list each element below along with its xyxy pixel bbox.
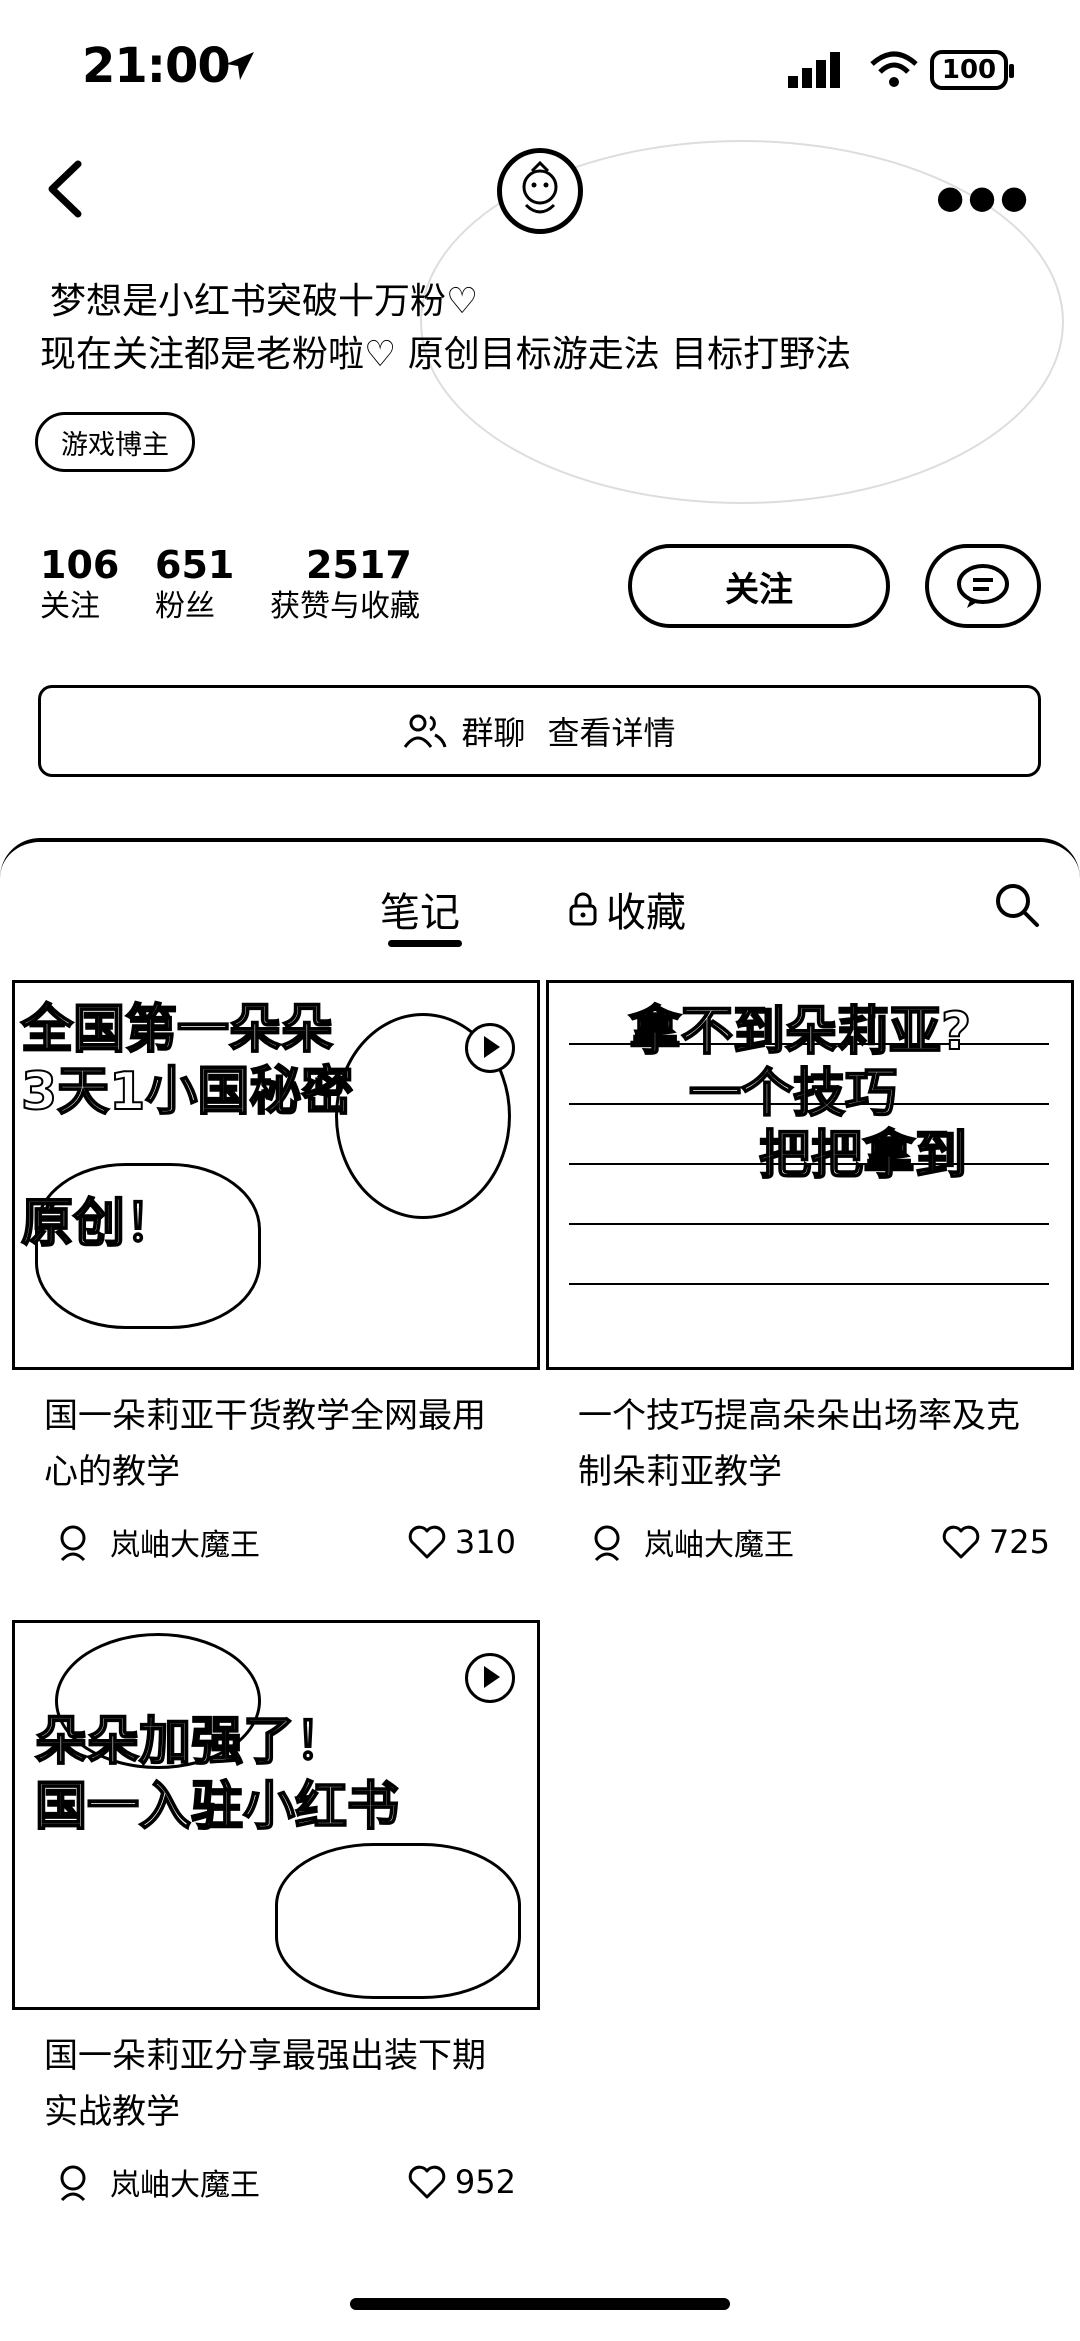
tab-favorites[interactable]: 收藏: [568, 880, 686, 938]
video-play-icon: [465, 1023, 515, 1073]
like-button[interactable]: 952: [407, 2163, 516, 2201]
stat-following-label: 关注: [40, 589, 100, 624]
battery-indicator: 100: [930, 50, 1014, 90]
cover-caption-2: 3天1小国秘密: [20, 1062, 354, 1122]
stat-followers-value: 651: [155, 543, 235, 587]
tab-notes-label: 笔记: [380, 890, 460, 936]
location-arrow-icon: [226, 52, 254, 80]
group-detail-link: 查看详情: [547, 714, 676, 752]
like-count: 310: [454, 1523, 516, 1561]
heart-icon: [942, 1525, 980, 1559]
stat-following-value: 106: [40, 543, 120, 587]
note-card[interactable]: 朵朵加强了！ 国一入驻小红书 国一朵莉亚分享最强出装下期实战教学 岚岫大魔王 9…: [12, 1620, 542, 2204]
author-name: 岚岫大魔王: [110, 2168, 260, 2203]
follow-button[interactable]: 关注: [628, 544, 890, 628]
cover-caption-2: 国一入驻小红书: [34, 1777, 400, 1837]
author-name: 岚岫大魔王: [644, 1528, 794, 1563]
avatar[interactable]: [497, 148, 583, 234]
back-arrow-icon[interactable]: [42, 158, 86, 220]
chat-bubble-icon: [957, 564, 1009, 608]
author-avatar-icon: [594, 1525, 620, 1562]
note-cover-image: 拿不到朵莉亚? 一个技巧 把把拿到: [546, 980, 1074, 1370]
note-meta: 岚岫大魔王 310: [56, 1520, 516, 1564]
stat-likes-label: 获赞与收藏: [270, 589, 420, 624]
note-card[interactable]: 全国第一朵朵 3天1小国秘密 原创！ 国一朵莉亚干货教学全网最用心的教学 岚岫大…: [12, 980, 542, 1564]
cover-caption-2: 一个技巧: [688, 1064, 898, 1124]
like-count: 952: [454, 2163, 516, 2201]
stat-following[interactable]: 106 关注: [40, 543, 119, 627]
note-title: 国一朵莉亚分享最强出装下期实战教学: [44, 2036, 486, 2132]
note-meta: 岚岫大魔王 725: [590, 1520, 1050, 1564]
author-avatar-icon: [60, 2165, 86, 2202]
tab-favorites-label: 收藏: [606, 890, 686, 936]
home-indicator[interactable]: [350, 2298, 730, 2310]
tab-notes[interactable]: 笔记: [380, 880, 460, 938]
group-chat-bar[interactable]: 群聊 查看详情: [38, 685, 1041, 777]
stat-likes-collections[interactable]: 2517 获赞与收藏: [270, 543, 420, 627]
stat-followers[interactable]: 651 粉丝: [155, 543, 234, 627]
stat-likes-value: 2517: [306, 543, 412, 587]
note-card[interactable]: 拿不到朵莉亚? 一个技巧 把把拿到 一个技巧提高朵朵出场率及克制朵莉亚教学 岚岫…: [546, 980, 1076, 1564]
author-avatar-icon: [60, 1525, 86, 1562]
note-title: 一个技巧提高朵朵出场率及克制朵莉亚教学: [578, 1396, 1020, 1492]
cover-caption-1: 拿不到朵莉亚?: [628, 1002, 972, 1062]
video-play-icon: [465, 1653, 515, 1703]
cover-caption-1: 朵朵加强了！: [34, 1712, 348, 1772]
cover-caption-1: 全国第一朵朵: [20, 1000, 334, 1060]
note-meta: 岚岫大魔王 952: [56, 2160, 516, 2204]
note-title: 国一朵莉亚干货教学全网最用心的教学: [44, 1396, 486, 1492]
bio-line-2: 现在关注都是老粉啦♡ 原创目标游走法 目标打野法: [40, 334, 852, 375]
wifi-icon: [870, 51, 918, 87]
search-icon[interactable]: [992, 880, 1042, 930]
cover-caption-3: 原创！: [20, 1194, 178, 1254]
message-button[interactable]: [925, 544, 1041, 628]
cover-caption-3: 把把拿到: [758, 1126, 968, 1186]
status-time: 21:00: [82, 38, 231, 94]
heart-icon: [408, 2165, 446, 2199]
avatar-cartoon-icon: [522, 161, 558, 214]
note-cover-image: 全国第一朵朵 3天1小国秘密 原创！: [12, 980, 540, 1370]
lock-icon: [569, 892, 597, 926]
bio-line-1: 梦想是小红书突破十万粉♡: [50, 281, 479, 322]
active-tab-indicator: [388, 940, 462, 947]
signal-icon: [788, 52, 840, 88]
profile-tag[interactable]: 游戏博主: [35, 412, 195, 472]
like-button[interactable]: 725: [941, 1523, 1050, 1561]
author-name: 岚岫大魔王: [110, 1528, 260, 1563]
group-chat-label: 群聊: [461, 714, 526, 752]
like-count: 725: [988, 1523, 1050, 1561]
stat-followers-label: 粉丝: [155, 589, 215, 624]
more-options-icon[interactable]: ●●●: [936, 178, 1032, 216]
note-cover-image: 朵朵加强了！ 国一入驻小红书: [12, 1620, 540, 2010]
group-people-icon: [404, 714, 447, 748]
like-button[interactable]: 310: [407, 1523, 516, 1561]
heart-icon: [408, 1525, 446, 1559]
